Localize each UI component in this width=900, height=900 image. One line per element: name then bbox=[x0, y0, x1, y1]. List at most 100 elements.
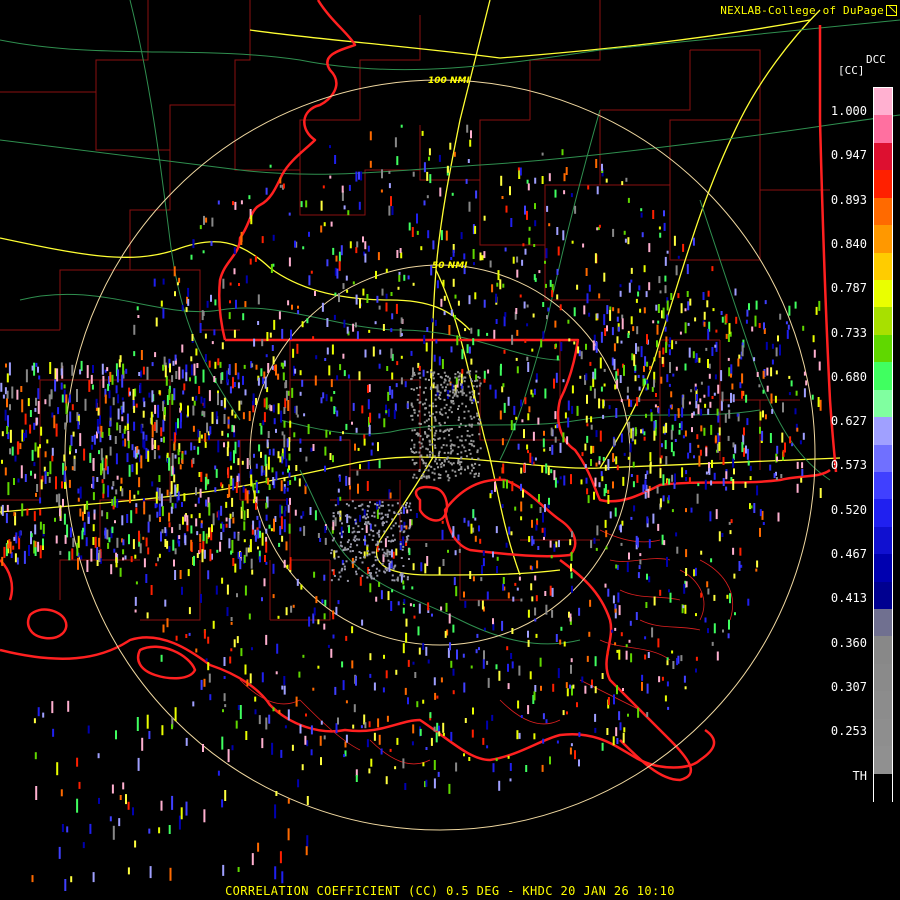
echo-pixel bbox=[387, 550, 390, 553]
echo-pixel bbox=[0, 382, 3, 392]
echo-pixel bbox=[465, 405, 467, 408]
echo-pixel bbox=[393, 579, 396, 582]
expand-icon[interactable] bbox=[886, 5, 897, 16]
echo-pixel bbox=[447, 549, 449, 553]
echo-pixel bbox=[452, 402, 455, 405]
echo-pixel bbox=[390, 527, 393, 530]
echo-pixel bbox=[119, 425, 122, 433]
echo-pixel bbox=[505, 542, 508, 548]
echo-pixel bbox=[400, 333, 403, 337]
echo-pixel bbox=[349, 241, 352, 249]
echo-pixel bbox=[432, 438, 435, 440]
echo-pixel bbox=[601, 673, 604, 679]
echo-pixel bbox=[796, 427, 799, 432]
echo-pixel bbox=[482, 737, 485, 745]
echo-pixel bbox=[751, 326, 754, 332]
echo-pixel bbox=[132, 539, 135, 550]
echo-pixel bbox=[392, 567, 395, 570]
echo-pixel bbox=[380, 512, 383, 515]
echo-pixel bbox=[700, 408, 703, 416]
echo-pixel bbox=[122, 782, 125, 790]
echo-pixel bbox=[268, 524, 271, 529]
echo-pixel bbox=[388, 205, 391, 216]
echo-pixel bbox=[503, 316, 506, 327]
echo-pixel bbox=[258, 520, 261, 529]
echo-pixel bbox=[474, 462, 477, 465]
echo-pixel bbox=[366, 294, 369, 303]
echo-pixel bbox=[387, 504, 390, 507]
echo-pixel bbox=[475, 190, 478, 199]
echo-pixel bbox=[231, 424, 234, 432]
echo-pixel bbox=[409, 603, 412, 607]
echo-pixel bbox=[454, 470, 457, 473]
echo-pixel bbox=[121, 416, 124, 422]
echo-pixel bbox=[413, 446, 416, 449]
echo-pixel bbox=[497, 270, 500, 281]
color-scale-tick-label: 0.947 bbox=[830, 148, 867, 163]
echo-pixel bbox=[273, 418, 276, 425]
echo-pixel bbox=[378, 581, 381, 587]
echo-pixel bbox=[364, 241, 367, 250]
echo-pixel bbox=[455, 586, 458, 597]
echo-pixel bbox=[80, 555, 83, 560]
echo-pixel bbox=[251, 853, 254, 866]
echo-pixel bbox=[6, 504, 9, 512]
echo-pixel bbox=[594, 713, 597, 722]
echo-pixel bbox=[673, 482, 676, 489]
echo-pixel bbox=[146, 366, 149, 380]
echo-pixel bbox=[390, 292, 393, 296]
echo-pixel bbox=[154, 503, 157, 509]
echo-pixel bbox=[492, 763, 495, 773]
echo-pixel bbox=[204, 354, 207, 363]
echo-pixel bbox=[418, 441, 421, 444]
echo-pixel bbox=[13, 536, 16, 541]
echo-pixel bbox=[49, 461, 52, 475]
color-scale-tick-label: 0.573 bbox=[830, 458, 867, 473]
echo-pixel bbox=[508, 526, 511, 535]
echo-pixel bbox=[1, 556, 4, 566]
echo-pixel bbox=[200, 523, 203, 529]
color-scale-segment bbox=[874, 170, 892, 199]
echo-pixel bbox=[400, 557, 403, 559]
echo-pixel bbox=[9, 404, 11, 411]
echo-pixel bbox=[356, 241, 359, 248]
echo-pixel bbox=[34, 442, 37, 452]
echo-pixel bbox=[319, 735, 322, 746]
echo-pixel bbox=[305, 846, 308, 856]
echo-pixel bbox=[402, 607, 405, 614]
echo-pixel bbox=[444, 412, 447, 415]
echo-pixel bbox=[569, 747, 572, 755]
echo-pixel bbox=[271, 365, 274, 370]
echo-pixel bbox=[199, 488, 202, 498]
echo-pixel bbox=[419, 728, 422, 736]
echo-pixel bbox=[204, 476, 207, 490]
echo-pixel bbox=[77, 557, 79, 570]
echo-pixel bbox=[516, 730, 519, 740]
echo-pixel bbox=[339, 496, 342, 501]
echo-pixel bbox=[375, 571, 378, 574]
echo-pixel bbox=[434, 394, 437, 397]
echo-pixel bbox=[279, 504, 282, 518]
echo-pixel bbox=[400, 511, 403, 514]
color-scale-segment bbox=[874, 389, 892, 418]
echo-pixel bbox=[646, 573, 648, 580]
echo-pixel bbox=[69, 527, 72, 538]
echo-pixel bbox=[444, 389, 447, 392]
echo-pixel bbox=[195, 487, 197, 496]
echo-pixel bbox=[352, 724, 355, 729]
echo-pixel bbox=[518, 576, 521, 581]
echo-pixel bbox=[443, 406, 446, 409]
echo-pixel bbox=[131, 464, 134, 473]
echo-pixel bbox=[18, 531, 21, 539]
echo-pixel bbox=[394, 522, 397, 525]
echo-pixel bbox=[34, 752, 37, 760]
echo-pixel bbox=[542, 302, 545, 307]
echo-pixel bbox=[453, 151, 456, 157]
echo-pixel bbox=[94, 536, 97, 548]
echo-pixel bbox=[174, 503, 177, 509]
echo-pixel bbox=[216, 549, 219, 553]
echo-pixel bbox=[524, 248, 527, 255]
echo-pixel bbox=[245, 547, 248, 557]
echo-pixel bbox=[190, 442, 193, 451]
echo-pixel bbox=[449, 406, 452, 409]
